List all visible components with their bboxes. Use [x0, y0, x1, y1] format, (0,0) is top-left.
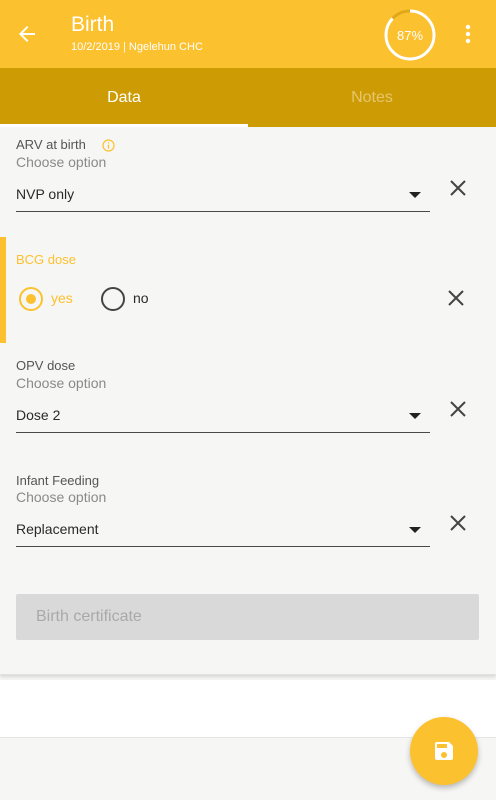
caret-down-icon[interactable]: [409, 192, 421, 198]
bcg-yes-radio[interactable]: [19, 287, 43, 311]
arv-underline: [16, 211, 430, 212]
save-icon: [435, 742, 453, 760]
arv-label: ARV at birth: [16, 137, 86, 152]
tab-data[interactable]: Data: [0, 68, 248, 127]
progress-percent: 87%: [396, 27, 424, 43]
more-vert-icon: [465, 24, 471, 44]
arv-select[interactable]: NVP only: [16, 186, 74, 202]
feeding-clear-button[interactable]: [446, 511, 470, 535]
feeding-underline: [16, 546, 430, 547]
tab-bar: Data Notes: [0, 68, 496, 127]
save-button[interactable]: [410, 717, 478, 785]
opv-clear-button[interactable]: [446, 397, 470, 421]
opv-underline: [16, 432, 430, 433]
opv-label: OPV dose: [16, 358, 76, 373]
opv-hint: Choose option: [16, 375, 107, 391]
back-button[interactable]: [12, 18, 42, 50]
arv-clear-button[interactable]: [446, 176, 470, 200]
close-icon: [450, 180, 466, 196]
bcg-no-radio[interactable]: [101, 287, 125, 311]
caret-down-icon[interactable]: [409, 413, 421, 419]
bcg-label: BCG dose: [16, 252, 76, 267]
bcg-no-label[interactable]: no: [133, 290, 149, 306]
page-subtitle: 10/2/2019 | Ngelehun CHC: [71, 41, 203, 53]
tab-notes[interactable]: Notes: [248, 68, 496, 127]
active-field-indicator: [0, 237, 6, 343]
info-icon[interactable]: [102, 139, 115, 152]
app-bar: Birth 10/2/2019 | Ngelehun CHC 87%: [0, 0, 496, 68]
arrow-left-icon: [19, 26, 35, 42]
close-icon: [450, 401, 466, 417]
bcg-clear-button[interactable]: [444, 286, 468, 310]
overflow-menu-button[interactable]: [458, 20, 478, 48]
page-title: Birth: [71, 13, 115, 36]
feeding-label: Infant Feeding: [16, 473, 100, 488]
opv-select[interactable]: Dose 2: [16, 407, 60, 423]
close-icon: [450, 515, 466, 531]
birth-certificate-button[interactable]: Birth certificate: [16, 594, 479, 640]
bcg-yes-label[interactable]: yes: [51, 290, 73, 306]
caret-down-icon[interactable]: [409, 527, 421, 533]
completion-progress: 87%: [383, 8, 437, 62]
form-section: [0, 127, 496, 675]
feeding-select[interactable]: Replacement: [16, 521, 99, 537]
arv-hint: Choose option: [16, 154, 107, 170]
close-icon: [448, 290, 464, 306]
feeding-hint: Choose option: [16, 489, 107, 505]
